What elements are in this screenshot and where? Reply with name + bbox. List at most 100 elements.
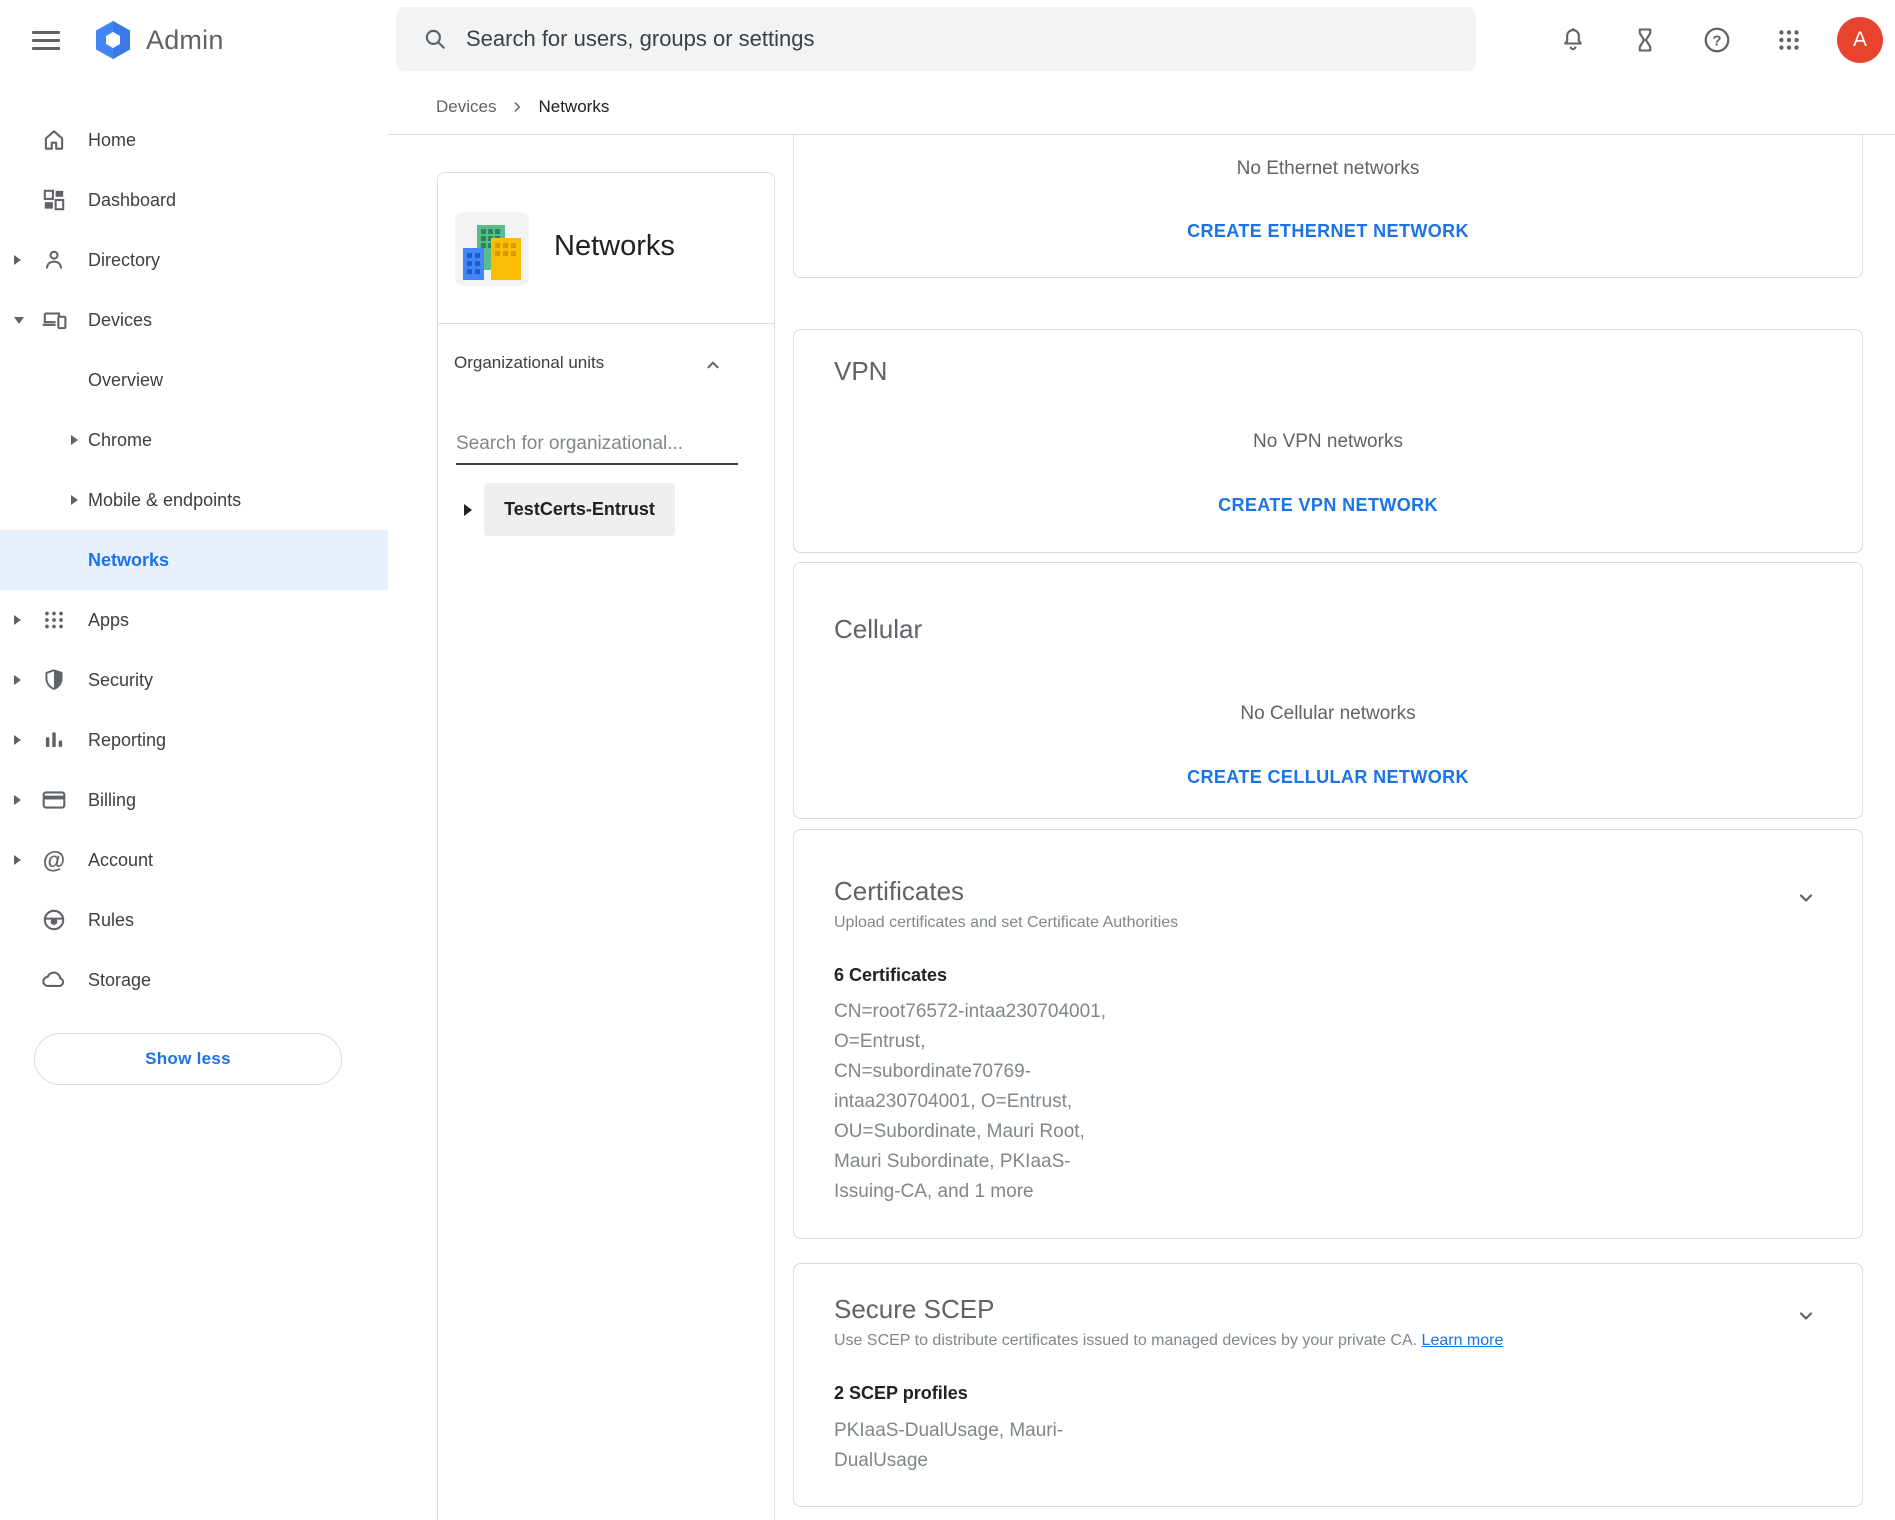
org-search-input[interactable]	[456, 429, 738, 465]
certificates-card: Certificates Upload certificates and set…	[793, 829, 1863, 1239]
certificate-line: O=Entrust,	[834, 1027, 1106, 1057]
sidebar-item-directory[interactable]: Directory	[0, 230, 388, 290]
apps-launcher-button[interactable]	[1765, 16, 1813, 64]
admin-console: Admin ? A Home	[0, 0, 1895, 1520]
apps-dots-icon	[40, 606, 68, 634]
vpn-empty-text: No VPN networks	[794, 431, 1862, 453]
steering-wheel-icon	[40, 906, 68, 934]
credit-card-icon	[40, 786, 68, 814]
sidebar-item-dashboard[interactable]: Dashboard	[0, 170, 388, 230]
sidebar-item-devices[interactable]: Devices	[0, 290, 388, 350]
account-avatar[interactable]: A	[1837, 17, 1883, 63]
app-logo: Admin	[92, 20, 224, 60]
help-icon: ?	[1702, 25, 1732, 55]
org-units-label: Organizational units	[454, 353, 604, 373]
sidebar-item-home[interactable]: Home	[0, 110, 388, 170]
person-icon	[40, 246, 68, 274]
expand-arrow-icon[interactable]	[71, 495, 78, 505]
certificate-line: Issuing-CA, and 1 more	[834, 1177, 1106, 1207]
admin-hexagon-logo-icon	[92, 20, 134, 60]
certificate-line: CN=subordinate70769-	[834, 1057, 1106, 1087]
vpn-card: VPN No VPN networks CREATE VPN NETWORK	[793, 329, 1863, 553]
org-search	[456, 429, 738, 465]
scep-profile-line: PKIaaS-DualUsage, Mauri-	[834, 1416, 1063, 1446]
certificate-line: OU=Subordinate, Mauri Root,	[834, 1117, 1106, 1147]
help-button[interactable]: ?	[1693, 16, 1741, 64]
ethernet-card: No Ethernet networks CREATE ETHERNET NET…	[793, 135, 1863, 278]
expand-arrow-icon[interactable]	[14, 615, 21, 625]
certificates-count: 6 Certificates	[834, 965, 947, 986]
ethernet-empty-text: No Ethernet networks	[794, 158, 1862, 180]
certificate-line: Mauri Subordinate, PKIaaS-	[834, 1147, 1106, 1177]
main-content: Devices Networks	[388, 79, 1895, 1520]
networks-panel-header: Networks	[438, 173, 774, 324]
learn-more-link[interactable]: Learn more	[1422, 1332, 1504, 1349]
at-sign-icon: @	[40, 846, 68, 874]
create-cellular-network-button[interactable]: CREATE CELLULAR NETWORK	[794, 767, 1862, 788]
scep-card-title: Secure SCEP	[834, 1294, 994, 1325]
sidebar-item-chrome[interactable]: Chrome	[0, 410, 388, 470]
certificates-expand-button[interactable]	[1786, 878, 1826, 918]
org-units-panel: Networks Organizational units TestCerts-…	[437, 172, 775, 1520]
breadcrumb-current: Networks	[538, 97, 609, 117]
vpn-card-title: VPN	[834, 356, 887, 387]
secure-scep-card: Secure SCEP Use SCEP to distribute certi…	[793, 1263, 1863, 1507]
bar-chart-icon	[40, 726, 68, 754]
expand-arrow-icon[interactable]	[71, 435, 78, 445]
show-less-button[interactable]: Show less	[34, 1033, 342, 1085]
create-ethernet-network-button[interactable]: CREATE ETHERNET NETWORK	[794, 221, 1862, 242]
sidebar-item-billing[interactable]: Billing	[0, 770, 388, 830]
cloud-icon	[40, 966, 68, 994]
notifications-button[interactable]	[1549, 16, 1597, 64]
expand-arrow-icon[interactable]	[14, 855, 21, 865]
expand-arrow-icon[interactable]	[14, 675, 21, 685]
breadcrumb-devices-link[interactable]: Devices	[436, 97, 496, 117]
cellular-empty-text: No Cellular networks	[794, 703, 1862, 725]
create-vpn-network-button[interactable]: CREATE VPN NETWORK	[794, 495, 1862, 516]
sidebar-item-reporting[interactable]: Reporting	[0, 710, 388, 770]
sidebar-item-apps[interactable]: Apps	[0, 590, 388, 650]
sidebar-item-overview[interactable]: Overview	[0, 350, 388, 410]
hamburger-menu-icon[interactable]	[32, 26, 62, 52]
certificates-card-subtitle: Upload certificates and set Certificate …	[834, 914, 1178, 932]
devices-icon	[40, 306, 68, 334]
bell-icon	[1559, 26, 1587, 54]
expand-arrow-icon[interactable]	[14, 255, 21, 265]
cellular-card-title: Cellular	[834, 614, 922, 645]
sidebar-item-security[interactable]: Security	[0, 650, 388, 710]
search-icon	[422, 26, 448, 52]
expand-arrow-icon[interactable]	[14, 735, 21, 745]
collapse-arrow-icon[interactable]	[14, 317, 24, 324]
tasks-button[interactable]	[1621, 16, 1669, 64]
sidebar-item-mobile-endpoints[interactable]: Mobile & endpoints	[0, 470, 388, 530]
sidebar-item-storage[interactable]: Storage	[0, 950, 388, 1010]
topbar: Admin ? A	[0, 0, 1895, 79]
sidebar-item-rules[interactable]: Rules	[0, 890, 388, 950]
chevron-down-icon	[1794, 1304, 1818, 1328]
apps-grid-icon	[1776, 27, 1802, 53]
certificate-line: intaa230704001, O=Entrust,	[834, 1087, 1106, 1117]
networks-buildings-icon	[455, 212, 529, 286]
scep-card-subtitle: Use SCEP to distribute certificates issu…	[834, 1332, 1503, 1350]
home-icon	[40, 126, 68, 154]
sidebar-item-networks[interactable]: Networks	[0, 530, 388, 590]
cellular-card: Cellular No Cellular networks CREATE CEL…	[793, 562, 1863, 819]
certificates-list: CN=root76572-intaa230704001, O=Entrust, …	[834, 997, 1106, 1207]
collapse-section-button[interactable]	[696, 348, 730, 382]
sidebar-item-account[interactable]: @ Account	[0, 830, 388, 890]
hourglass-icon	[1631, 26, 1659, 54]
svg-text:?: ?	[1712, 32, 1721, 49]
org-units-section-header: Organizational units	[438, 324, 774, 412]
scep-profiles-count: 2 SCEP profiles	[834, 1383, 968, 1404]
global-search-input[interactable]	[466, 26, 1366, 52]
breadcrumb: Devices Networks	[388, 79, 1895, 135]
global-search[interactable]	[396, 7, 1476, 71]
expand-arrow-icon[interactable]	[14, 795, 21, 805]
certificates-card-title: Certificates	[834, 876, 964, 907]
scep-expand-button[interactable]	[1786, 1296, 1826, 1336]
expand-arrow-icon[interactable]	[464, 504, 472, 516]
chevron-up-icon	[702, 354, 724, 376]
panel-title: Networks	[554, 230, 675, 263]
org-unit-row[interactable]: TestCerts-Entrust	[464, 483, 675, 536]
scep-profile-line: DualUsage	[834, 1446, 1063, 1476]
